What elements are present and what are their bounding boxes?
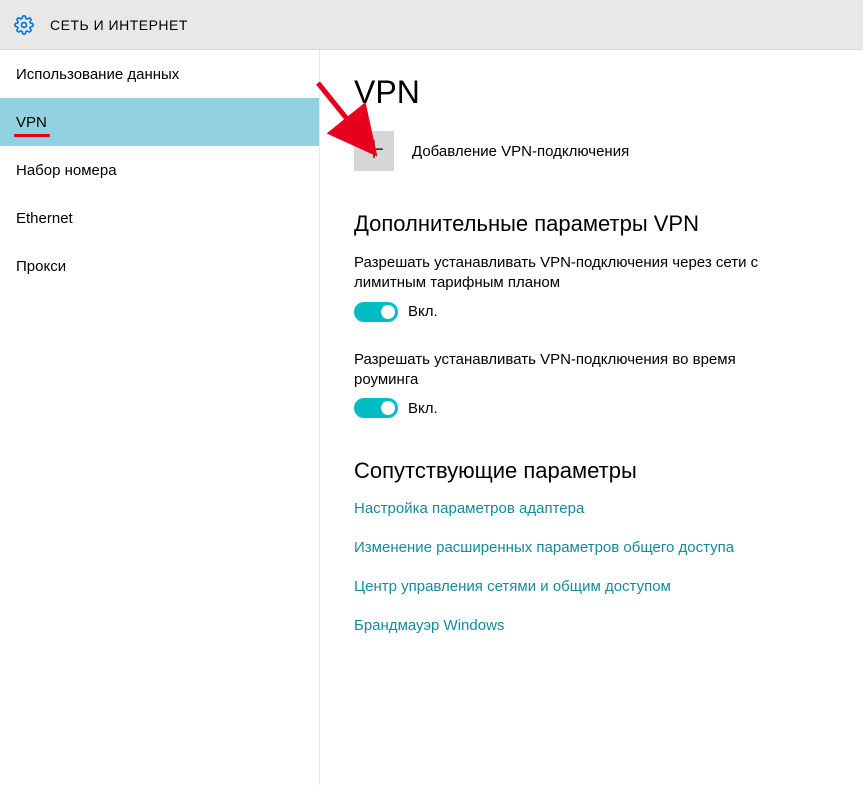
option-roaming: Разрешать устанавливать VPN-подключения …	[354, 350, 835, 419]
annotation-underline	[14, 134, 50, 137]
sidebar-item-data-usage[interactable]: Использование данных	[0, 50, 319, 98]
sidebar-item-label: Ethernet	[16, 210, 73, 227]
header: СЕТЬ И ИНТЕРНЕТ	[0, 0, 863, 50]
link-network-center[interactable]: Центр управления сетями и общим доступом	[354, 578, 835, 595]
option-metered: Разрешать устанавливать VPN-подключения …	[354, 253, 835, 322]
sidebar-item-label: Использование данных	[16, 66, 179, 83]
toggle-roaming[interactable]	[354, 398, 398, 418]
add-vpn-row: ＋ Добавление VPN-подключения	[354, 131, 835, 171]
related-section: Сопутствующие параметры Настройка параме…	[354, 458, 835, 634]
main-content: VPN ＋ Добавление VPN-подключения Дополни…	[320, 50, 863, 785]
option-text: Разрешать устанавливать VPN-подключения …	[354, 253, 774, 294]
sidebar-item-dialup[interactable]: Набор номера	[0, 146, 319, 194]
sidebar: Использование данных VPN Набор номера Et…	[0, 50, 320, 785]
add-vpn-button[interactable]: ＋	[354, 131, 394, 171]
sidebar-item-label: Набор номера	[16, 162, 117, 179]
page-title: VPN	[354, 74, 835, 111]
link-sharing-settings[interactable]: Изменение расширенных параметров общего …	[354, 539, 835, 556]
option-text: Разрешать устанавливать VPN-подключения …	[354, 350, 774, 391]
sidebar-item-ethernet[interactable]: Ethernet	[0, 194, 319, 242]
sidebar-item-proxy[interactable]: Прокси	[0, 242, 319, 290]
page-category-title: СЕТЬ И ИНТЕРНЕТ	[50, 17, 188, 33]
sidebar-item-label: Прокси	[16, 258, 66, 275]
link-windows-firewall[interactable]: Брандмауэр Windows	[354, 617, 835, 634]
toggle-state: Вкл.	[408, 303, 438, 320]
sidebar-item-label: VPN	[16, 114, 47, 131]
sidebar-item-vpn[interactable]: VPN	[0, 98, 319, 146]
link-adapter-settings[interactable]: Настройка параметров адаптера	[354, 500, 835, 517]
section-title-advanced: Дополнительные параметры VPN	[354, 211, 835, 237]
toggle-state: Вкл.	[408, 400, 438, 417]
gear-icon	[14, 15, 34, 35]
toggle-metered[interactable]	[354, 302, 398, 322]
add-vpn-label: Добавление VPN-подключения	[412, 143, 629, 160]
plus-icon: ＋	[362, 139, 386, 163]
section-title-related: Сопутствующие параметры	[354, 458, 835, 484]
